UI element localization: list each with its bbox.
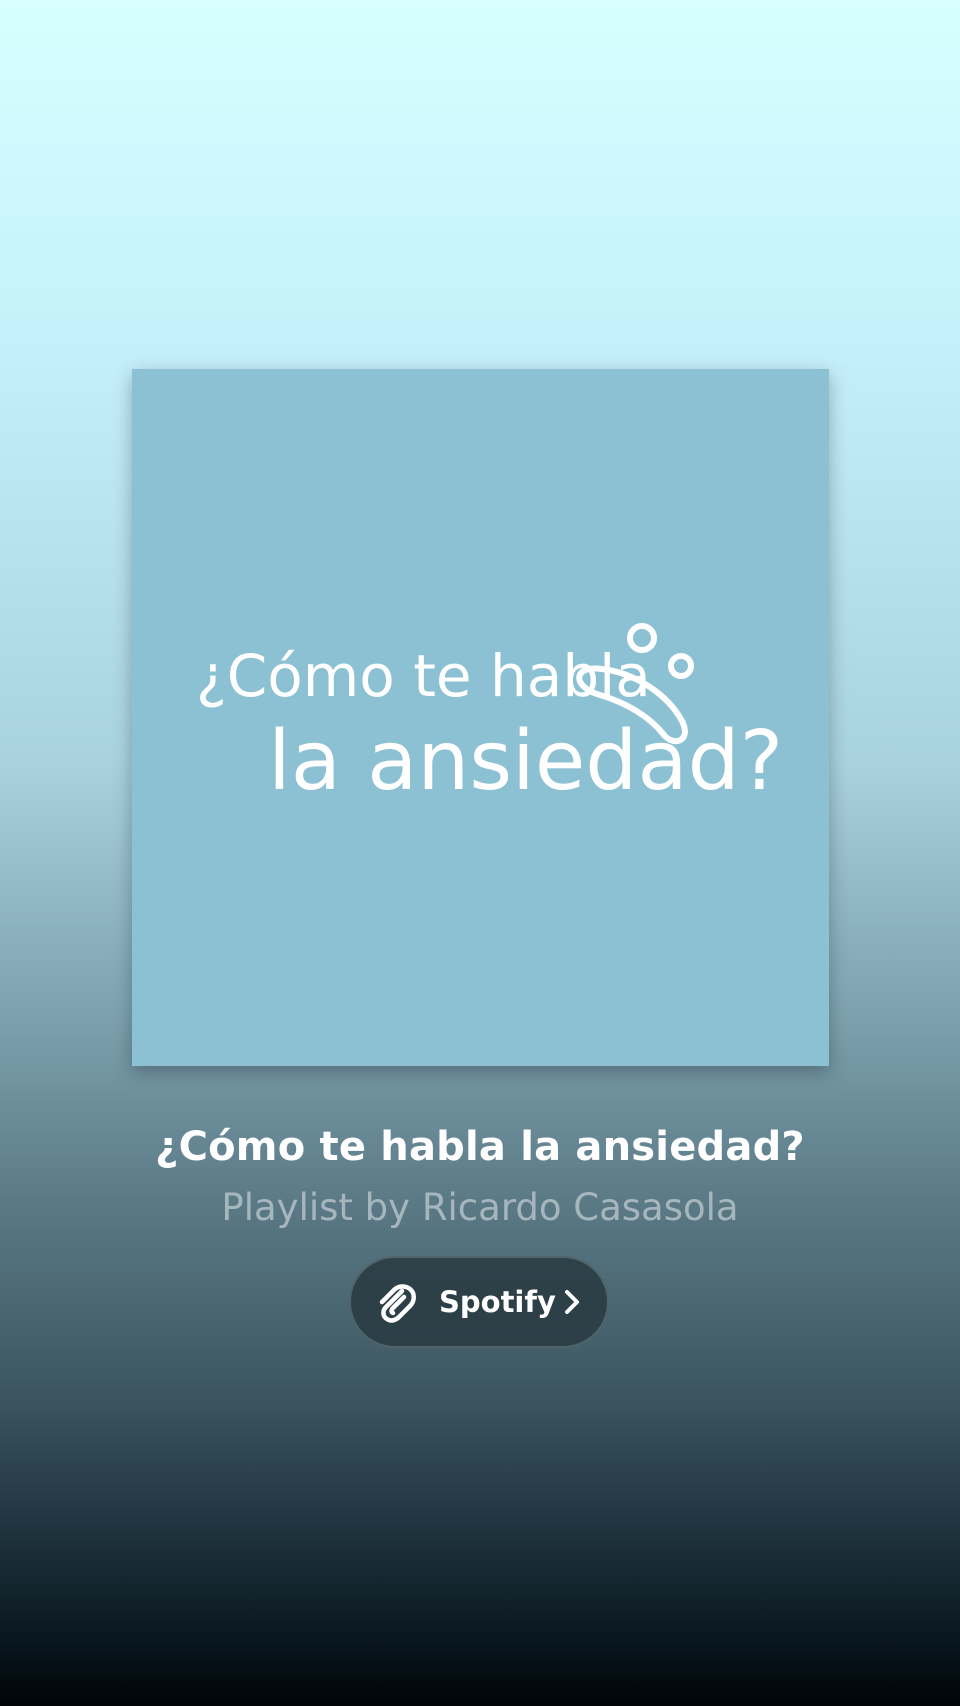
playlist-owner: Playlist by Ricardo Casasola <box>221 1186 739 1229</box>
cover-artwork: ¿Cómo te habla la ansiedad? <box>196 623 783 809</box>
playlist-title: ¿Cómo te habla la ansiedad? <box>155 1124 805 1170</box>
cover-text-line-2: la ansiedad? <box>268 714 783 809</box>
spotify-link-label: Spotify <box>439 1285 556 1319</box>
paperclip-icon <box>379 1284 416 1323</box>
spotify-link-button[interactable]: Spotify <box>349 1256 609 1348</box>
chevron-right-icon <box>565 1290 579 1314</box>
story-screen: ¿Cómo te habla la ansiedad? ¿Cómo te hab… <box>0 0 960 1706</box>
playlist-cover-art[interactable]: ¿Cómo te habla la ansiedad? <box>132 369 829 1066</box>
